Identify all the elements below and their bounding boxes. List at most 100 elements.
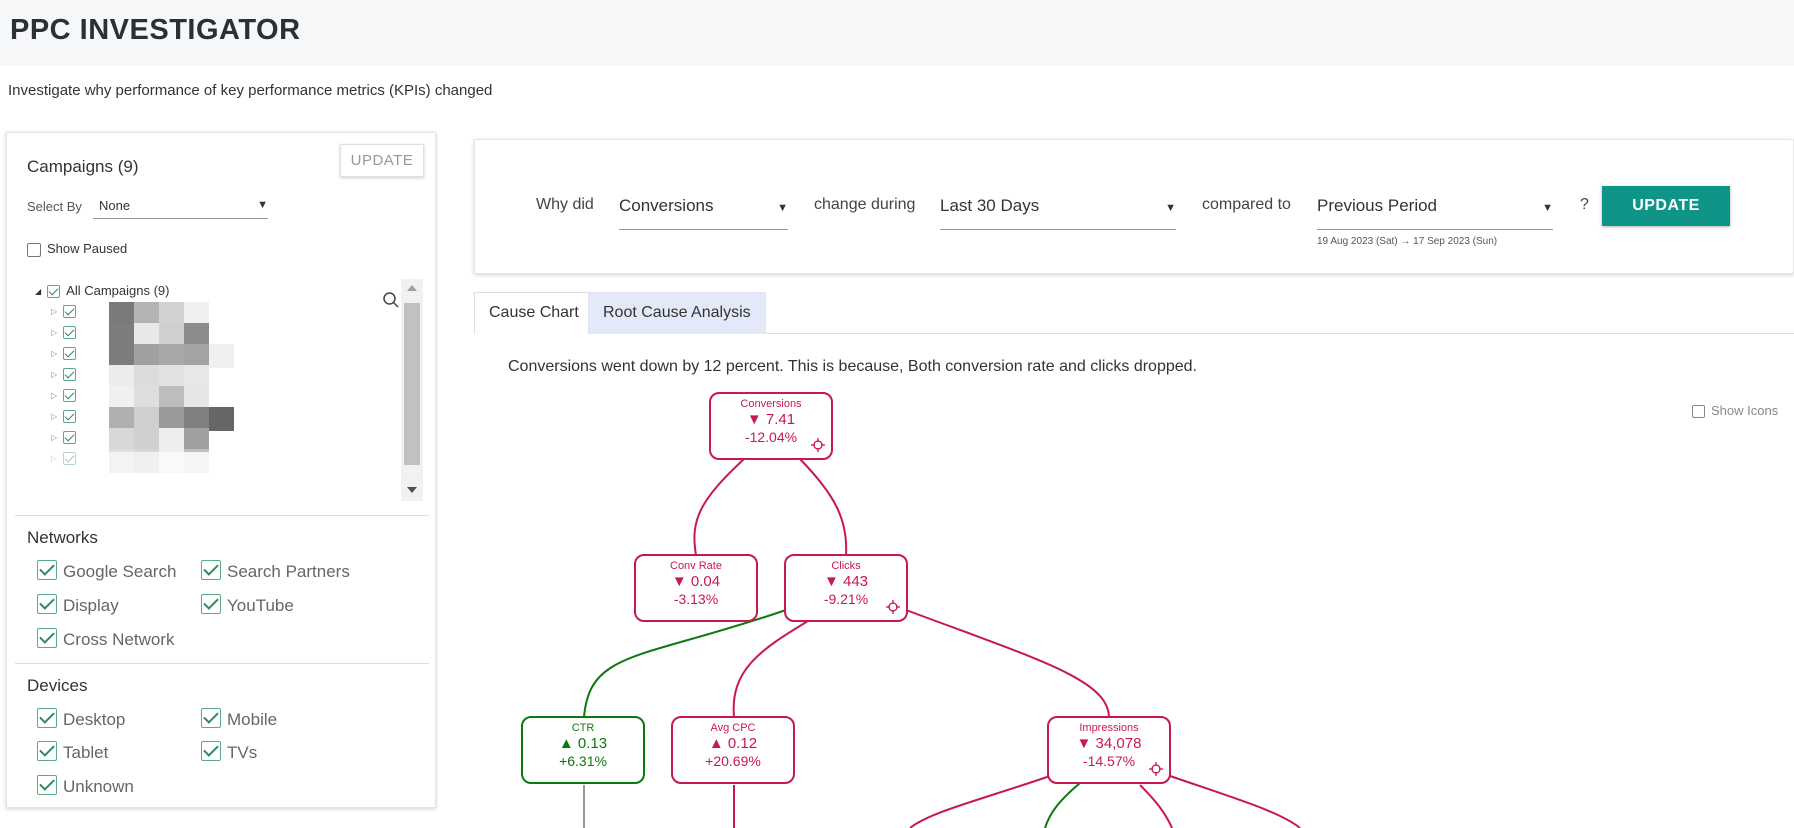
- divider: [15, 663, 429, 664]
- edge-clicks-impressions: [905, 609, 1110, 718]
- checkbox[interactable]: [37, 707, 57, 728]
- show-paused-checkbox[interactable]: [27, 242, 41, 257]
- network-google-search[interactable]: Google Search: [37, 559, 176, 584]
- drilldown-target-icon[interactable]: [886, 600, 900, 614]
- device-mobile[interactable]: Mobile: [201, 707, 277, 732]
- expand-arrow-icon[interactable]: ▷: [51, 328, 57, 337]
- show-icons-option[interactable]: Show Icons: [1692, 403, 1779, 419]
- select-by-dropdown[interactable]: None ▼: [93, 195, 268, 219]
- divider: [15, 515, 429, 516]
- compared-to-label: compared to: [1202, 196, 1291, 213]
- tree-scrollbar[interactable]: [401, 279, 423, 501]
- tree-item-campaign[interactable]: ▷: [51, 365, 209, 389]
- checkbox[interactable]: [37, 627, 57, 648]
- checkbox[interactable]: [201, 707, 221, 728]
- networks-title: Networks: [27, 528, 98, 547]
- tree-item-campaign[interactable]: ▷: [51, 323, 209, 347]
- tree-checkbox[interactable]: [63, 389, 77, 403]
- redacted-campaign-name: [109, 428, 209, 452]
- tree-checkbox[interactable]: [63, 431, 77, 445]
- select-by-value: None: [99, 198, 131, 213]
- tree-checkbox[interactable]: [63, 410, 77, 424]
- tree-item-campaign[interactable]: ▷: [51, 428, 209, 452]
- comparison-value: Previous Period: [1317, 196, 1438, 215]
- tree-checkbox[interactable]: [63, 326, 77, 340]
- edge-impressions-child-3: [1139, 784, 1173, 828]
- expand-arrow-icon[interactable]: ▷: [51, 307, 57, 316]
- node-avg-cpc[interactable]: Avg CPC ▲ 0.12 +20.69%: [671, 716, 795, 784]
- checkbox[interactable]: [201, 593, 221, 614]
- device-unknown[interactable]: Unknown: [37, 774, 134, 799]
- search-icon[interactable]: [382, 291, 400, 309]
- edge-impressions-child-2: [1044, 782, 1081, 828]
- tree-checkbox[interactable]: [47, 285, 61, 299]
- checkbox[interactable]: [201, 559, 221, 580]
- device-tvs[interactable]: TVs: [201, 740, 257, 765]
- scroll-down-icon[interactable]: [407, 487, 417, 493]
- date-range-text: 19 Aug 2023 (Sat) → 17 Sep 2023 (Sun): [1317, 236, 1498, 247]
- query-panel: Why did Conversions ▼ change during Last…: [474, 139, 1794, 274]
- period-dropdown[interactable]: Last 30 Days ▼: [940, 186, 1176, 230]
- tree-item-campaign[interactable]: ▷: [51, 302, 209, 326]
- checkbox[interactable]: [37, 740, 57, 761]
- node-clicks[interactable]: Clicks ▼ 443 -9.21%: [784, 554, 908, 622]
- expand-arrow-icon[interactable]: ▷: [51, 349, 57, 358]
- tree-checkbox[interactable]: [63, 452, 77, 466]
- network-search-partners[interactable]: Search Partners: [201, 559, 350, 584]
- period-value: Last 30 Days: [940, 196, 1040, 215]
- update-button[interactable]: UPDATE: [1602, 186, 1730, 226]
- tree-item-campaign[interactable]: ▷: [51, 386, 209, 410]
- app-title: PPC INVESTIGATOR: [10, 14, 301, 46]
- tree-checkbox[interactable]: [63, 347, 77, 361]
- drilldown-target-icon[interactable]: [1149, 762, 1163, 776]
- analysis-summary: Conversions went down by 12 percent. Thi…: [508, 358, 1197, 375]
- show-icons-label: Show Icons: [1711, 403, 1779, 418]
- page-subtitle: Investigate why performance of key perfo…: [8, 82, 493, 99]
- redacted-campaign-name: [109, 407, 234, 431]
- drilldown-target-icon[interactable]: [811, 438, 825, 452]
- checkbox[interactable]: [37, 559, 57, 580]
- checkbox[interactable]: [37, 593, 57, 614]
- redacted-campaign-name: [109, 323, 209, 347]
- network-youtube[interactable]: YouTube: [201, 593, 294, 618]
- redacted-campaign-name: [109, 302, 209, 326]
- show-paused-option[interactable]: Show Paused: [27, 241, 127, 257]
- checkbox[interactable]: [201, 740, 221, 761]
- node-conv-rate[interactable]: Conv Rate ▼ 0.04 -3.13%: [634, 554, 758, 622]
- device-desktop[interactable]: Desktop: [37, 707, 125, 732]
- device-tablet[interactable]: Tablet: [37, 740, 108, 765]
- tab-cause-chart[interactable]: Cause Chart: [474, 292, 594, 334]
- expand-arrow-icon[interactable]: ◢: [35, 287, 41, 296]
- scroll-up-icon[interactable]: [407, 285, 417, 291]
- expand-arrow-icon[interactable]: ▷: [51, 391, 57, 400]
- header-bar: PPC INVESTIGATOR: [0, 0, 1794, 66]
- expand-arrow-icon[interactable]: ▷: [51, 433, 57, 442]
- tree-root-all-campaigns[interactable]: ◢ All Campaigns (9): [35, 283, 169, 303]
- chevron-down-icon: ▼: [257, 199, 268, 211]
- expand-arrow-icon[interactable]: ▷: [51, 454, 57, 463]
- scrollbar-thumb[interactable]: [404, 303, 420, 465]
- metric-dropdown[interactable]: Conversions ▼: [619, 186, 788, 230]
- edge-conversions-clicks: [799, 458, 848, 556]
- show-icons-checkbox[interactable]: [1692, 405, 1705, 419]
- expand-arrow-icon[interactable]: ▷: [51, 370, 57, 379]
- node-conversions[interactable]: Conversions ▼ 7.41 -12.04%: [709, 392, 833, 460]
- tree-checkbox[interactable]: [63, 368, 77, 382]
- tree-item-campaign[interactable]: ▷: [51, 407, 234, 431]
- filter-panel: Campaigns (9) UPDATE Select By None ▼ Sh…: [6, 132, 436, 808]
- node-impressions[interactable]: Impressions ▼ 34,078 -14.57%: [1047, 716, 1171, 784]
- network-display[interactable]: Display: [37, 593, 119, 618]
- expand-arrow-icon[interactable]: ▷: [51, 412, 57, 421]
- chevron-down-icon: ▼: [1165, 202, 1176, 214]
- redacted-campaign-name: [109, 344, 234, 368]
- tree-item-campaign[interactable]: ▷: [51, 344, 234, 368]
- tree-checkbox[interactable]: [63, 305, 77, 319]
- campaigns-update-button[interactable]: UPDATE: [340, 144, 424, 177]
- tab-root-cause-analysis[interactable]: Root Cause Analysis: [588, 292, 766, 334]
- result-tabs: Cause Chart Root Cause Analysis: [474, 292, 1794, 334]
- node-ctr[interactable]: CTR ▲ 0.13 +6.31%: [521, 716, 645, 784]
- tree-item-campaign[interactable]: ▷: [51, 449, 209, 473]
- network-cross-network[interactable]: Cross Network: [37, 627, 174, 652]
- checkbox[interactable]: [37, 774, 57, 795]
- comparison-dropdown[interactable]: Previous Period ▼: [1317, 186, 1553, 230]
